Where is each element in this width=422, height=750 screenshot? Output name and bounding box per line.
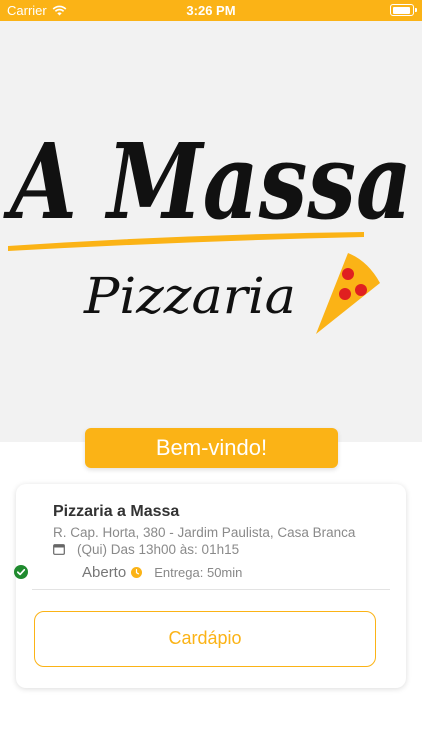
delivery-time: Entrega: 50min: [154, 565, 243, 580]
check-circle-icon: [14, 565, 28, 579]
clock-time: 3:26 PM: [186, 3, 236, 18]
store-hours-row: (Qui) Das 13h00 às: 01h15: [53, 542, 239, 557]
store-name: Pizzaria a Massa: [53, 503, 180, 520]
store-address: R. Cap. Horta, 380 - Jardim Paulista, Ca…: [53, 525, 356, 540]
open-status: Aberto: [82, 564, 127, 581]
store-hours: (Qui) Das 13h00 às: 01h15: [77, 542, 240, 557]
status-bar: Carrier 3:26 PM: [0, 0, 422, 21]
store-status-row: Aberto Entrega: 50min: [14, 564, 243, 581]
logo-title: A Massa: [3, 120, 412, 243]
hero-banner: A Massa Pizzaria: [0, 21, 422, 442]
store-info-card: Pizzaria a Massa R. Cap. Horta, 380 - Ja…: [14, 484, 406, 688]
brand-logo: A Massa Pizzaria: [3, 120, 412, 334]
logo-subtitle: Pizzaria: [83, 267, 296, 325]
calendar-icon: [53, 544, 65, 555]
divider: [32, 589, 390, 590]
pizza-slice-icon: [316, 253, 380, 334]
battery-icon: [390, 4, 417, 16]
welcome-button[interactable]: Bem-vindo!: [85, 428, 338, 468]
menu-button[interactable]: Cardápio: [34, 611, 376, 667]
clock-icon: [131, 567, 143, 578]
